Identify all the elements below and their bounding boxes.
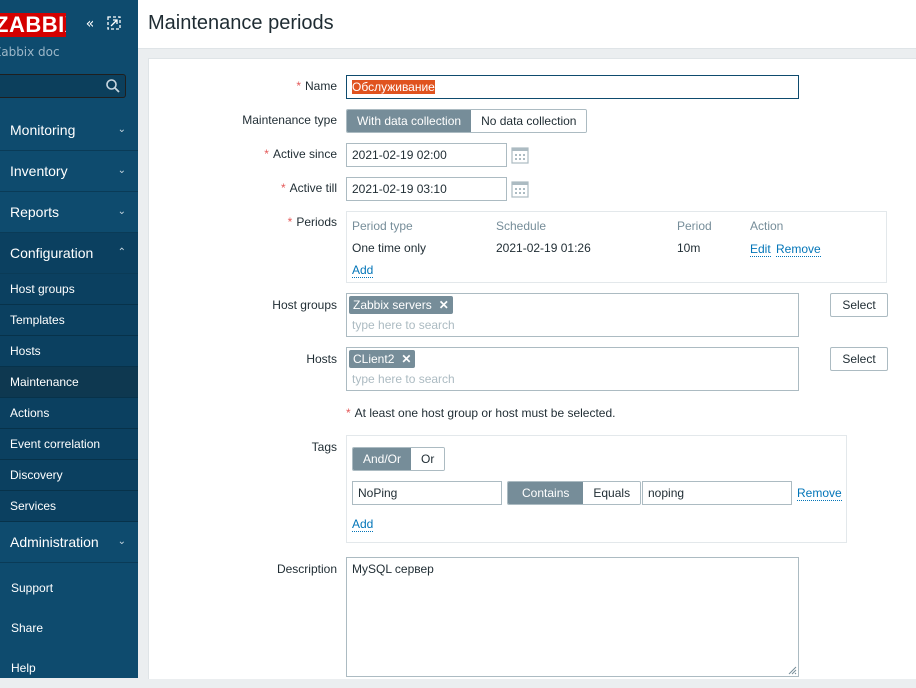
name-field[interactable]: Обслуживание (346, 75, 799, 99)
required-asterisk: * (264, 147, 269, 161)
host-groups-multiselect[interactable]: Zabbix servers ✕ type here to search (346, 293, 799, 337)
active-till-input[interactable] (346, 177, 507, 201)
menu-administration[interactable]: Administration ⌄ (0, 522, 138, 563)
hosts-search-placeholder[interactable]: type here to search (352, 372, 455, 386)
col-period-type: Period type (352, 219, 413, 233)
tags-label: Tags (311, 440, 337, 454)
remove-chip-icon[interactable]: ✕ (401, 352, 411, 366)
required-asterisk: * (296, 79, 301, 93)
search-icon[interactable] (105, 78, 121, 94)
maintenance-type-label: Maintenance type (242, 113, 337, 127)
submenu-actions[interactable]: Actions (0, 398, 138, 429)
required-asterisk: * (280, 181, 286, 195)
period-cell: 10m (677, 241, 701, 255)
col-schedule: Schedule (496, 219, 547, 233)
sidebar-search-input[interactable] (0, 74, 126, 98)
main-menu: Monitoring ⌄ Inventory ⌄ Reports ⌄ Configur… (0, 110, 138, 563)
remove-tag-link[interactable]: Remove (797, 486, 842, 501)
active-since-label: * Active since (264, 147, 337, 161)
chevron-down-icon: ⌄ (117, 124, 126, 135)
calendar-icon[interactable] (511, 146, 529, 164)
host-groups-label: Host groups (272, 298, 337, 312)
submenu-templates[interactable]: Templates (0, 305, 138, 336)
tags-evaltype-segment: And/Or Or (352, 447, 446, 471)
hosts-multiselect[interactable]: CLient2 ✕ type here to search (346, 347, 799, 391)
or-option[interactable]: Or (411, 448, 445, 470)
submenu-event-correlation[interactable]: Event correlation (0, 429, 138, 460)
add-period-link[interactable]: Add (352, 263, 374, 278)
name-label: * Name (296, 79, 337, 93)
contains-option[interactable]: Contains (508, 482, 584, 504)
configuration-submenu: Host groups Templates Hosts Maintenance … (0, 274, 138, 522)
submenu-services[interactable]: Services (0, 491, 138, 522)
edit-period-link[interactable]: Edit (750, 242, 771, 257)
chevron-down-icon: ⌄ (117, 165, 126, 176)
menu-monitoring[interactable]: Monitoring ⌄ (0, 110, 138, 151)
calendar-icon[interactable] (511, 180, 529, 198)
description-textarea[interactable]: MySQL сервер (346, 557, 799, 677)
sidebar: ZABBIX « Zabbix docker Monitoring⌄ Inven… (0, 0, 138, 678)
server-name: Zabbix docker (0, 45, 60, 59)
add-tag-link[interactable]: Add (352, 517, 374, 532)
tag-name-input[interactable] (352, 481, 502, 505)
host-groups-search-placeholder[interactable]: type here to search (352, 318, 455, 332)
with-data-collection-option[interactable]: With data collection (347, 110, 472, 132)
host-group-chip: Zabbix servers ✕ (349, 296, 453, 314)
hosts-label: Hosts (306, 352, 337, 366)
submenu-maintenance[interactable]: Maintenance (0, 367, 138, 398)
schedule-cell: 2021-02-19 01:26 (496, 241, 591, 255)
tags-box: And/Or Or Contains Equals Remove Add (346, 435, 847, 543)
host-required-note: * At least one host group or host must be… (346, 406, 616, 420)
maintenance-type-segment: With data collection No data collection (346, 109, 588, 133)
menu-reports[interactable]: Reports ⌄ (0, 192, 138, 233)
periods-label: * Periods (287, 215, 337, 229)
kiosk-mode-icon[interactable] (106, 16, 122, 32)
equals-option[interactable]: Equals (583, 482, 641, 504)
maintenance-form: * Name Обслуживание Maintenance type With… (148, 58, 916, 679)
active-till-label: * Active till (280, 181, 337, 195)
support-link[interactable]: Support (0, 568, 138, 608)
submenu-discovery[interactable]: Discovery (0, 460, 138, 491)
host-groups-select-button[interactable]: Select (830, 293, 888, 317)
resize-grip-icon[interactable] (787, 665, 797, 675)
periods-table: Period type Schedule Period Action One t… (346, 211, 887, 283)
sidebar-bottom-links: Support Share Help (0, 568, 138, 688)
active-since-input[interactable] (346, 143, 507, 167)
chevron-down-icon: ⌄ (117, 206, 126, 217)
submenu-host-groups[interactable]: Host groups (0, 274, 138, 305)
col-action: Action (750, 219, 784, 233)
chevron-up-icon: ⌃ (117, 247, 126, 258)
col-period: Period (677, 219, 712, 233)
menu-configuration[interactable]: Configuration ⌃ (0, 233, 138, 274)
period-type-cell: One time only (352, 241, 427, 255)
required-asterisk: * (287, 215, 293, 229)
tag-operator-segment: Contains Equals (507, 481, 642, 505)
page-title: Maintenance periods (148, 12, 334, 34)
hosts-select-button[interactable]: Select (830, 347, 888, 371)
chevron-down-icon: ⌄ (117, 536, 126, 547)
page-header: Maintenance periods (138, 0, 916, 49)
collapse-sidebar-icon[interactable]: « (82, 16, 98, 32)
tag-value-input[interactable] (642, 481, 792, 505)
submenu-hosts[interactable]: Hosts (0, 336, 138, 367)
zabbix-logo[interactable]: ZABBIX (0, 13, 66, 37)
host-chip: CLient2 ✕ (349, 350, 416, 368)
name-value: Обслуживание (352, 80, 435, 94)
required-asterisk: * (346, 406, 351, 420)
share-link[interactable]: Share (0, 608, 138, 648)
menu-inventory[interactable]: Inventory ⌄ (0, 151, 138, 192)
description-label: Description (276, 562, 337, 576)
help-link[interactable]: Help (0, 648, 138, 688)
remove-chip-icon[interactable]: ✕ (439, 298, 449, 312)
and-or-option[interactable]: And/Or (353, 448, 412, 470)
no-data-collection-option[interactable]: No data collection (471, 110, 587, 132)
remove-period-link[interactable]: Remove (776, 242, 821, 257)
